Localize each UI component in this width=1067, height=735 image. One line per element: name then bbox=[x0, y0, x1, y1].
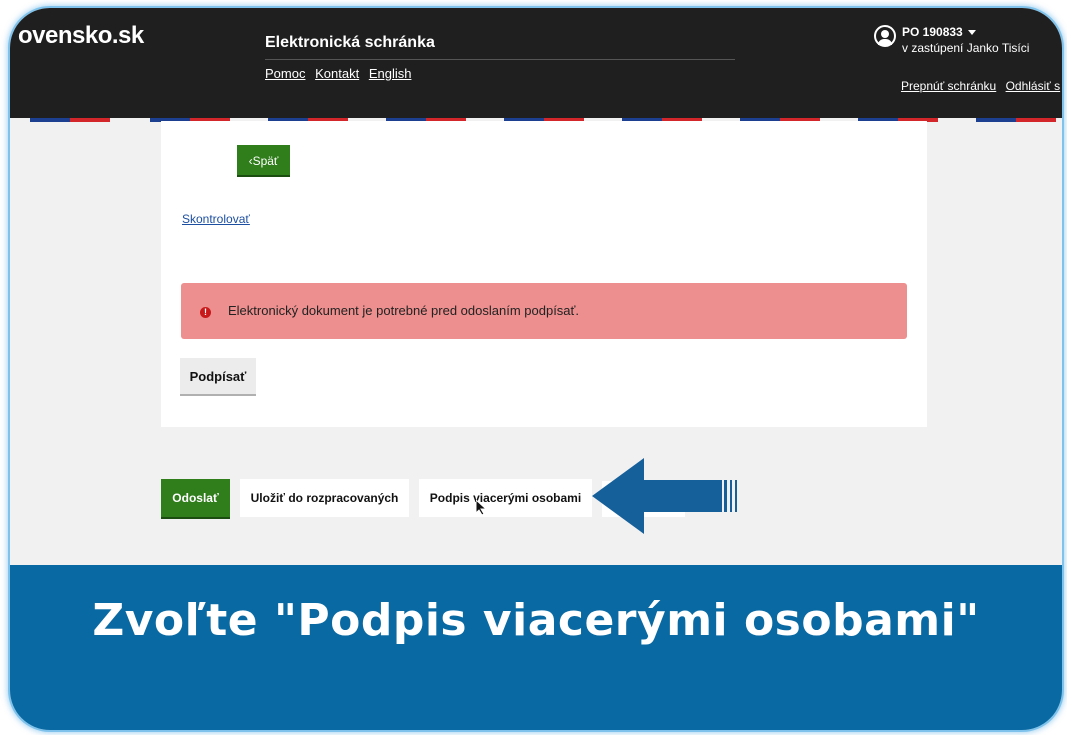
user-id[interactable]: PO 190833 bbox=[902, 25, 963, 39]
top-bar: ovensko.sk Elektronická schránka Pomoc K… bbox=[10, 8, 1062, 118]
header-nav: Pomoc Kontakt English bbox=[265, 66, 417, 81]
chevron-down-icon[interactable] bbox=[968, 30, 976, 35]
user-links: Prepnúť schránku Odhlásiť s bbox=[901, 79, 1062, 93]
instruction-banner bbox=[10, 565, 1062, 730]
nav-link-help[interactable]: Pomoc bbox=[265, 66, 305, 81]
instruction-text: Zvoľte "Podpis viacerými osobami" bbox=[92, 595, 980, 646]
multi-sign-button[interactable]: Podpis viacerými osobami bbox=[419, 479, 592, 517]
mouse-cursor-icon bbox=[476, 500, 488, 516]
alert-message: Elektronický dokument je potrebné pred o… bbox=[228, 303, 580, 318]
title-divider bbox=[265, 59, 735, 60]
back-label: Späť bbox=[252, 154, 279, 168]
sign-button[interactable]: Podpísať bbox=[180, 358, 256, 394]
logout-link[interactable]: Odhlásiť s bbox=[1006, 79, 1061, 93]
check-link[interactable]: Skontrolovať bbox=[182, 212, 250, 226]
send-button[interactable]: Odoslať bbox=[161, 479, 230, 517]
app-title: Elektronická schránka bbox=[265, 34, 435, 51]
screenshot-frame: ovensko.sk Elektronická schránka Pomoc K… bbox=[10, 8, 1062, 730]
nav-link-english[interactable]: English bbox=[369, 66, 412, 81]
save-draft-button[interactable]: Uložiť do rozpracovaných bbox=[240, 479, 409, 517]
nav-link-contact[interactable]: Kontakt bbox=[315, 66, 359, 81]
pointer-arrow-icon bbox=[592, 458, 737, 534]
error-icon: ! bbox=[200, 307, 211, 318]
user-icon[interactable] bbox=[874, 25, 896, 47]
user-representation: v zastúpení Janko Tisíci bbox=[902, 41, 1030, 55]
site-logo[interactable]: ovensko.sk bbox=[18, 22, 144, 50]
switch-box-link[interactable]: Prepnúť schránku bbox=[901, 79, 996, 93]
back-button[interactable]: ‹Späť bbox=[237, 145, 290, 175]
